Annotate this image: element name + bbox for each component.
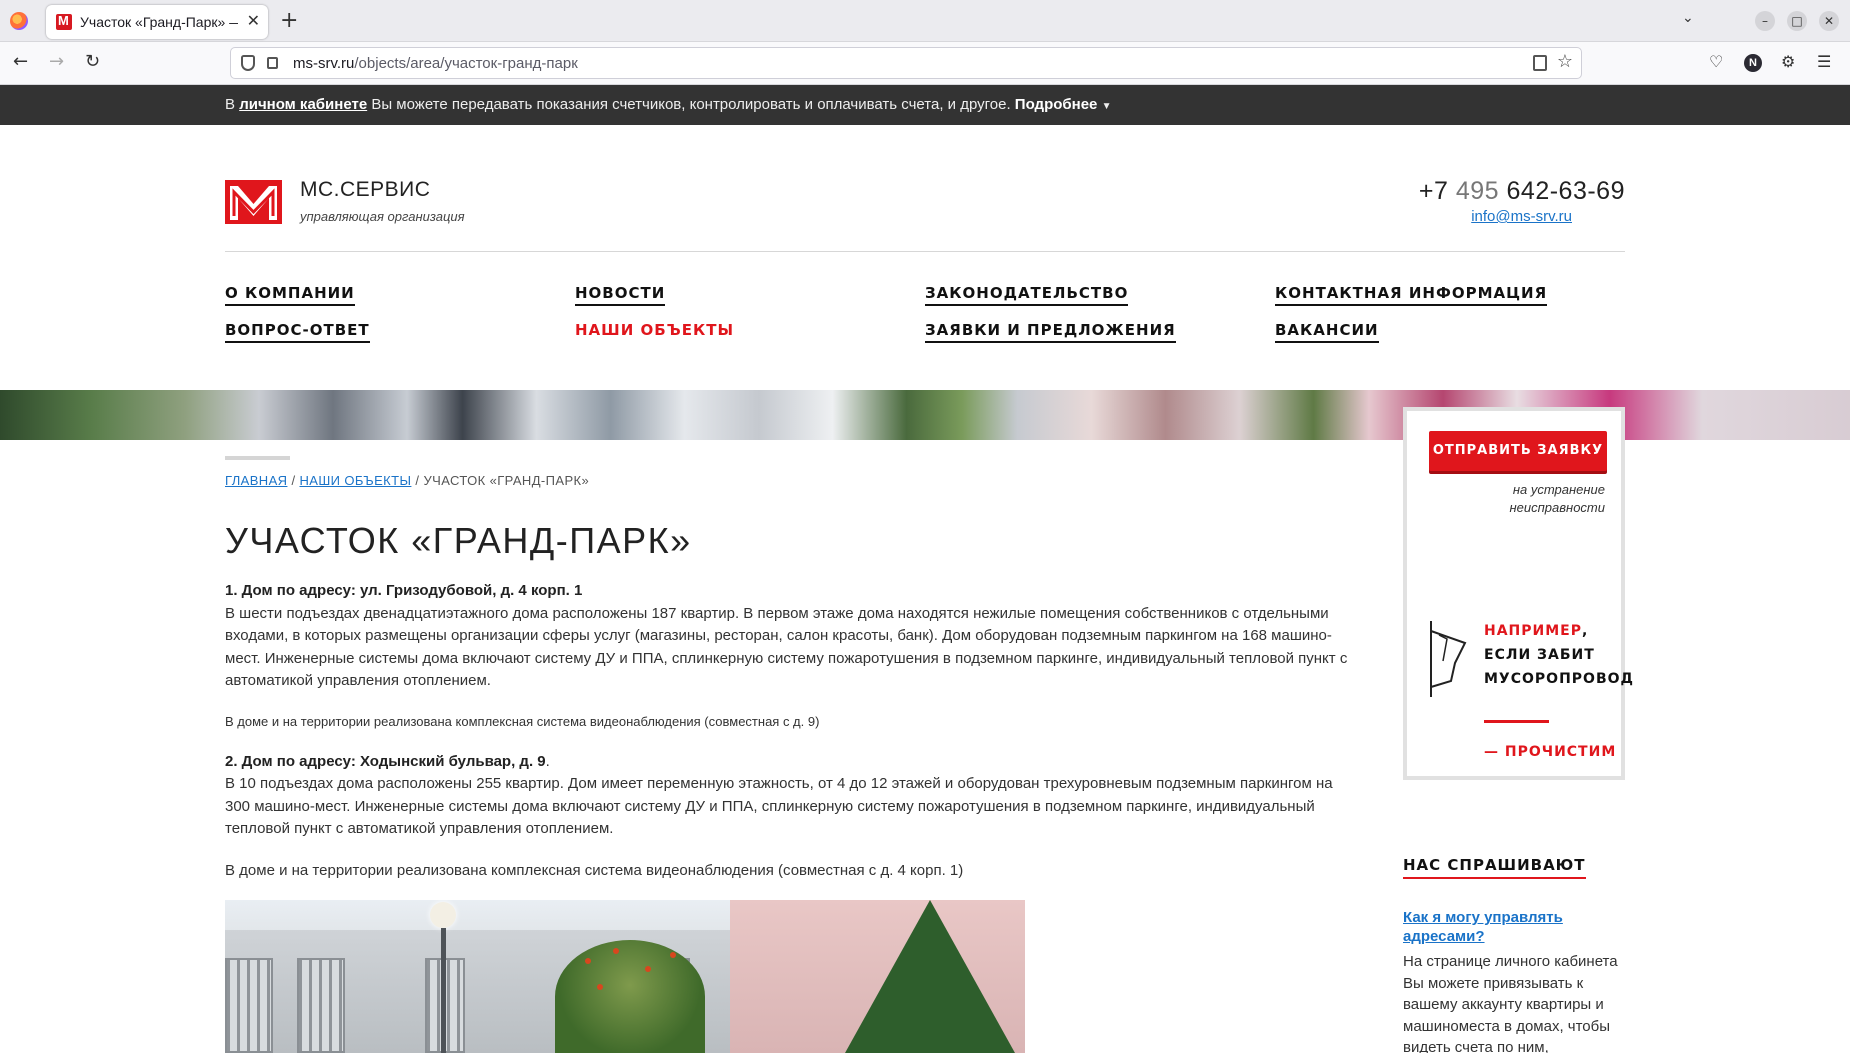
page-title: УЧАСТОК «ГРАНД-ПАРК» — [225, 520, 692, 561]
faq-answer-text: На странице личного кабинета Вы можете п… — [1403, 953, 1618, 1053]
house-1-note: В доме и на территории реализована компл… — [225, 713, 820, 729]
promo-example-red: НАПРИМЕР — [1484, 623, 1583, 639]
brand-name[interactable]: МС.СЕРВИС — [300, 178, 430, 202]
forward-arrow-icon[interactable]: → — [49, 51, 64, 72]
extensions-icon[interactable]: ⚙ — [1781, 52, 1795, 71]
phone-code: 495 — [1455, 177, 1500, 205]
bookmark-star-icon[interactable]: ☆ — [1557, 51, 1573, 72]
photo-berry — [670, 952, 676, 958]
shield-icon[interactable] — [241, 55, 255, 71]
close-tab-icon[interactable]: ✕ — [247, 11, 260, 30]
site-favicon-icon — [56, 13, 72, 30]
house-2-heading-dot: . — [545, 752, 550, 770]
breadcrumb-rule — [225, 456, 290, 460]
photo-berry — [597, 984, 603, 990]
breadcrumb-separator: / — [287, 473, 300, 488]
browser-nav-bar: ← → ↻ ms-srv.ru/objects/area/участок-гра… — [0, 42, 1850, 85]
promo-example-text: НАПРИМЕР, ЕСЛИ ЗАБИТ МУСОРОПРОВОД — [1484, 619, 1634, 691]
browser-tab-bar: Участок «Гранд-Парк» — ✕ + ⌄ – □ ✕ — [0, 0, 1850, 42]
faq-heading: НАС СПРАШИВАЮТ — [1403, 856, 1586, 879]
menu-about[interactable]: О КОМПАНИИ — [225, 284, 355, 306]
photo-berry — [585, 958, 591, 964]
house-2-heading: 2. Дом по адресу: Ходынский бульвар, д. … — [225, 752, 546, 770]
article-content: 1. Дом по адресу: ул. Гризодубовой, д. 4… — [225, 580, 1360, 882]
promo-example-comma: , — [1582, 623, 1589, 639]
house-1-description: В шести подъездах двенадцатиэтажного дом… — [225, 604, 1348, 690]
photo-window — [225, 958, 273, 1053]
lock-icon[interactable] — [267, 57, 278, 69]
request-promo-box: ОТПРАВИТЬ ЗАЯВКУ на устранение неисправн… — [1403, 407, 1633, 780]
menu-contacts[interactable]: КОНТАКТНАЯ ИНФОРМАЦИЯ — [1275, 284, 1548, 306]
address-bar[interactable]: ms-srv.ru/objects/area/участок-гранд-пар… — [230, 47, 1582, 79]
breadcrumb-home[interactable]: ГЛАВНАЯ — [225, 473, 287, 488]
brand-tagline: управляющая организация — [300, 209, 465, 224]
photo-street-lamp — [430, 902, 456, 928]
more-link[interactable]: Подробнее — [1015, 96, 1098, 113]
menu-law[interactable]: ЗАКОНОДАТЕЛЬСТВО — [925, 284, 1129, 306]
house-2-note: В доме и на территории реализована компл… — [225, 861, 964, 879]
reload-icon[interactable]: ↻ — [85, 51, 100, 72]
cabinet-link[interactable]: личном кабинете — [239, 96, 367, 113]
close-window-icon[interactable]: ✕ — [1819, 11, 1839, 31]
reader-view-icon[interactable] — [1533, 55, 1547, 71]
building-photo — [225, 900, 1025, 1053]
restore-icon[interactable]: □ — [1787, 11, 1807, 31]
infobar-prefix: В — [225, 96, 240, 113]
menu-objects[interactable]: НАШИ ОБЪЕКТЫ — [575, 321, 734, 343]
infobar-text: Вы можете передавать показания счетчиков… — [367, 96, 1015, 113]
breadcrumb-separator: / — [411, 473, 424, 488]
browser-tab-active[interactable]: Участок «Гранд-Парк» — ✕ — [46, 5, 268, 39]
send-request-button[interactable]: ОТПРАВИТЬ ЗАЯВКУ — [1429, 431, 1607, 471]
minimize-icon[interactable]: – — [1755, 11, 1775, 31]
company-logo[interactable] — [225, 180, 282, 224]
cabinet-info-bar: В личном кабинете Вы можете передавать п… — [0, 85, 1850, 125]
url-text[interactable]: ms-srv.ru/objects/area/участок-гранд-пар… — [293, 55, 578, 72]
promo-red-rule — [1484, 720, 1549, 723]
phone-main: 642-63-69 — [1499, 177, 1625, 205]
breadcrumb-objects[interactable]: НАШИ ОБЪЕКТЫ — [299, 473, 411, 488]
house-2-description: В 10 подъездах дома расположены 255 квар… — [225, 775, 1333, 837]
photo-berry — [613, 948, 619, 954]
faq-question-link[interactable]: Как я могу управлять адресами? — [1403, 908, 1603, 946]
dropdown-triangle-icon[interactable]: ▼ — [1102, 101, 1112, 112]
pocket-icon[interactable]: ♡ — [1709, 52, 1723, 71]
promo-cta-text: — ПРОЧИСТИМ — [1484, 744, 1617, 760]
garbage-chute-icon — [1430, 621, 1467, 697]
photo-spruce-tree — [845, 900, 1015, 1053]
chevron-down-icon[interactable]: ⌄ — [1682, 10, 1694, 26]
photo-rowan-tree — [555, 940, 705, 1053]
menu-requests[interactable]: ЗАЯВКИ И ПРЕДЛОЖЕНИЯ — [925, 321, 1176, 343]
menu-jobs[interactable]: ВАКАНСИИ — [1275, 321, 1379, 343]
photo-window — [297, 958, 345, 1053]
phone-number[interactable]: +7 495 642-63-69 — [1419, 177, 1625, 206]
menu-news[interactable]: НОВОСТИ — [575, 284, 666, 306]
request-subtitle: на устранение неисправности — [1509, 482, 1605, 515]
photo-berry — [645, 966, 651, 972]
house-1-heading: 1. Дом по адресу: ул. Гризодубовой, д. 4… — [225, 582, 583, 599]
new-tab-icon[interactable]: + — [280, 8, 298, 33]
url-host: ms-srv.ru — [293, 55, 355, 72]
email-link[interactable]: info@ms-srv.ru — [1471, 208, 1572, 225]
breadcrumb: ГЛАВНАЯ / НАШИ ОБЪЕКТЫ / УЧАСТОК «ГРАНД-… — [225, 473, 589, 488]
firefox-icon[interactable] — [10, 12, 28, 30]
back-arrow-icon[interactable]: ← — [13, 51, 28, 72]
breadcrumb-current: УЧАСТОК «ГРАНД-ПАРК» — [423, 473, 590, 488]
phone-prefix: +7 — [1418, 177, 1456, 205]
account-avatar-icon[interactable]: N — [1744, 54, 1762, 72]
photo-lamp-pole — [441, 928, 446, 1053]
promo-example-line2: ЕСЛИ ЗАБИТ — [1484, 647, 1595, 663]
menu-hamburger-icon[interactable]: ☰ — [1817, 52, 1831, 71]
tab-title: Участок «Гранд-Парк» — — [80, 14, 238, 30]
url-path: /objects/area/участок-гранд-парк — [354, 55, 578, 72]
header-divider — [225, 251, 1625, 252]
promo-example-line3: МУСОРОПРОВОД — [1484, 671, 1634, 687]
menu-faq[interactable]: ВОПРОС-ОТВЕТ — [225, 321, 370, 343]
